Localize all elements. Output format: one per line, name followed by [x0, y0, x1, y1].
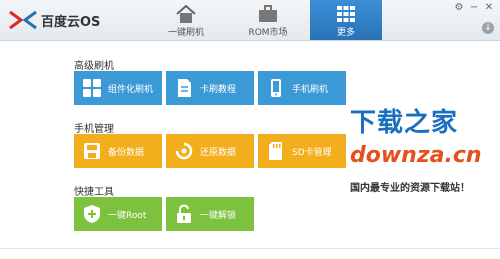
shield-icon [84, 205, 100, 223]
tile-card-flash-tutorial[interactable]: 卡刷教程 [166, 71, 254, 105]
section-title-phone-management: 手机管理 [74, 124, 114, 135]
tab-rom-market[interactable]: ROM市场 [232, 0, 304, 40]
briefcase-icon [259, 5, 277, 22]
tile-backup-data[interactable]: 备份数据 [74, 134, 162, 168]
tile-label: 还原数据 [200, 147, 237, 158]
sdcard-icon [269, 142, 282, 160]
minimize-icon[interactable]: − [469, 2, 479, 13]
tile-label: 手机刷机 [292, 84, 329, 95]
window-controls: ⚙ − ✕ [454, 2, 494, 13]
backup-icon [84, 143, 100, 159]
tile-component-flash[interactable]: 组件化刷机 [74, 71, 162, 105]
baidu-cloud-logo-icon [9, 10, 37, 30]
tile-sd-card-management[interactable]: SD卡管理 [258, 134, 346, 168]
tile-label: 组件化刷机 [108, 84, 154, 95]
tile-label: 一键解锁 [200, 210, 237, 221]
watermark-site-name: 下载之家 [350, 108, 459, 138]
tile-label: 备份数据 [108, 147, 145, 158]
tab-label: 一键刷机 [167, 28, 204, 38]
bottom-divider [0, 248, 500, 249]
app-title: 百度云OS [41, 14, 101, 30]
unlock-icon [177, 204, 191, 223]
section-title-quick-tools: 快捷工具 [74, 187, 114, 198]
components-icon [83, 79, 101, 97]
tile-one-click-root[interactable]: 一键Root [74, 197, 162, 231]
tab-more[interactable]: 更多 [310, 0, 382, 40]
tile-label: 卡刷教程 [200, 84, 237, 95]
title-bar: 百度云OS 一键刷机 ROM市场 更多 ⚙ − ✕ ↓ [0, 0, 500, 41]
section-title-advanced-flash: 高级刷机 [74, 61, 114, 72]
restore-icon [175, 142, 193, 160]
tile-label: 一键Root [108, 210, 147, 221]
tile-label: SD卡管理 [292, 147, 332, 158]
tab-label: ROM市场 [248, 28, 288, 38]
document-icon [178, 79, 191, 97]
download-arrow-icon[interactable]: ↓ [482, 22, 494, 34]
tile-restore-data[interactable]: 还原数据 [166, 134, 254, 168]
grid-icon [337, 6, 355, 22]
tile-one-click-unlock[interactable]: 一键解锁 [166, 197, 254, 231]
home-icon [176, 4, 196, 23]
tab-one-click-flash[interactable]: 一键刷机 [150, 0, 222, 40]
watermark-slogan: 国内最专业的资源下载站！ [350, 183, 470, 194]
phone-icon [271, 79, 281, 97]
close-icon[interactable]: ✕ [484, 2, 494, 13]
watermark-domain: downza.cn [350, 143, 482, 168]
tab-label: 更多 [336, 28, 355, 38]
app-logo: 百度云OS [8, 8, 100, 32]
tile-phone-flash[interactable]: 手机刷机 [258, 71, 346, 105]
settings-gear-icon[interactable]: ⚙ [454, 2, 464, 13]
